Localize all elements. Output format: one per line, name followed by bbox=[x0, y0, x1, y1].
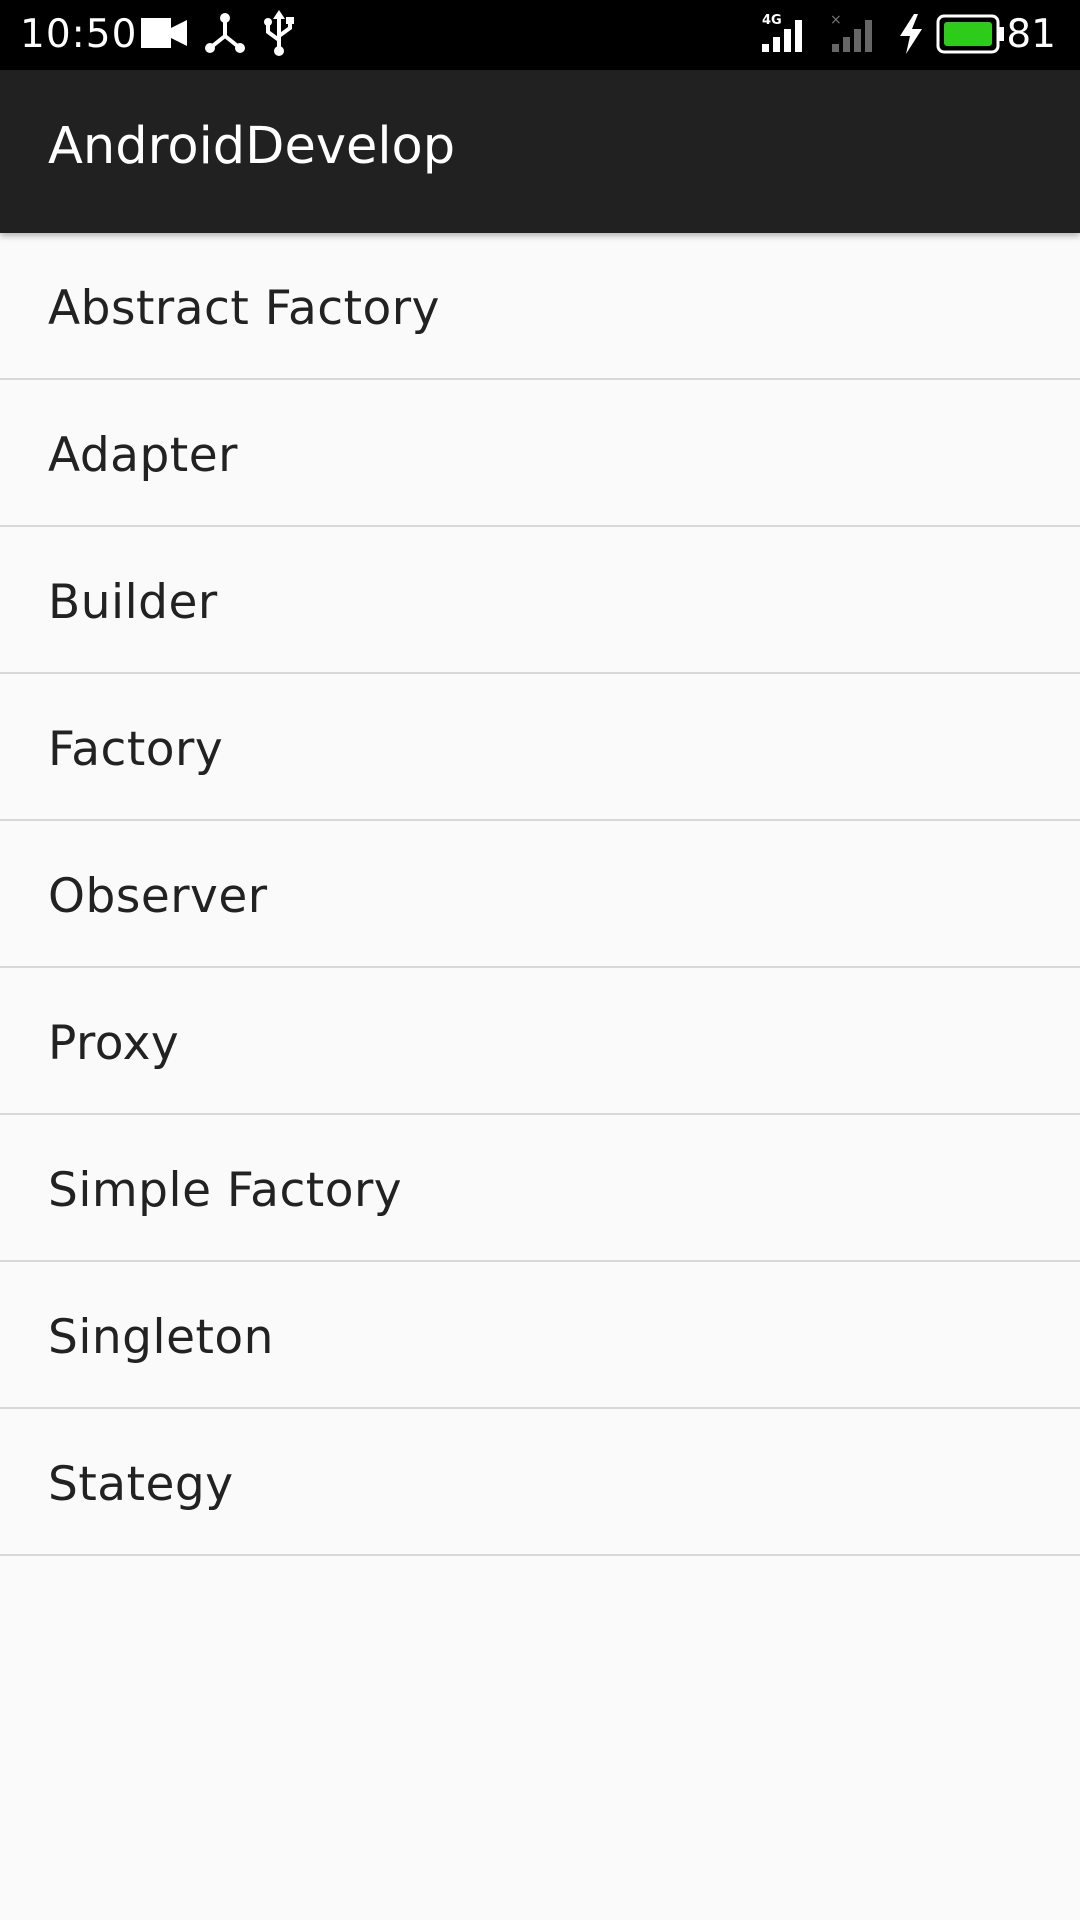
list-item[interactable]: Builder bbox=[0, 527, 1080, 674]
list-item-label: Proxy bbox=[48, 1016, 180, 1071]
status-time: 10:50 bbox=[20, 12, 138, 57]
list-item[interactable]: Proxy bbox=[0, 968, 1080, 1115]
signal-4g-icon: 4G bbox=[758, 12, 810, 58]
video-camera-icon bbox=[141, 16, 187, 54]
list-item-label: Singleton bbox=[48, 1310, 274, 1365]
list-item[interactable]: Simple Factory bbox=[0, 1115, 1080, 1262]
list-item[interactable]: Singleton bbox=[0, 1262, 1080, 1409]
battery-icon bbox=[936, 14, 1006, 58]
app-title: AndroidDevelop bbox=[48, 117, 456, 176]
list-item-label: Factory bbox=[48, 722, 224, 777]
list-item[interactable]: Stategy bbox=[0, 1409, 1080, 1556]
charging-icon bbox=[898, 14, 924, 58]
list-item-label: Simple Factory bbox=[48, 1163, 403, 1218]
list-item[interactable]: Factory bbox=[0, 674, 1080, 821]
usb-icon bbox=[262, 10, 296, 60]
list-item-label: Stategy bbox=[48, 1457, 234, 1512]
list-item[interactable]: Observer bbox=[0, 821, 1080, 968]
list-item-label: Observer bbox=[48, 869, 268, 924]
svg-text:4G: 4G bbox=[762, 13, 782, 28]
list-item-label: Adapter bbox=[48, 428, 238, 483]
status-bar: 10:50 4G × 81 bbox=[0, 0, 1080, 70]
app-bar: AndroidDevelop bbox=[0, 70, 1080, 233]
pattern-list: Abstract Factory Adapter Builder Factory… bbox=[0, 233, 1080, 1556]
svg-text:×: × bbox=[830, 12, 842, 28]
list-item[interactable]: Adapter bbox=[0, 380, 1080, 527]
battery-percent: 81 bbox=[1006, 12, 1056, 57]
list-item-label: Abstract Factory bbox=[48, 281, 440, 336]
share-icon bbox=[204, 12, 246, 58]
list-item-label: Builder bbox=[48, 575, 218, 630]
list-item[interactable]: Abstract Factory bbox=[0, 233, 1080, 380]
signal-no-sim-icon: × bbox=[828, 12, 880, 58]
